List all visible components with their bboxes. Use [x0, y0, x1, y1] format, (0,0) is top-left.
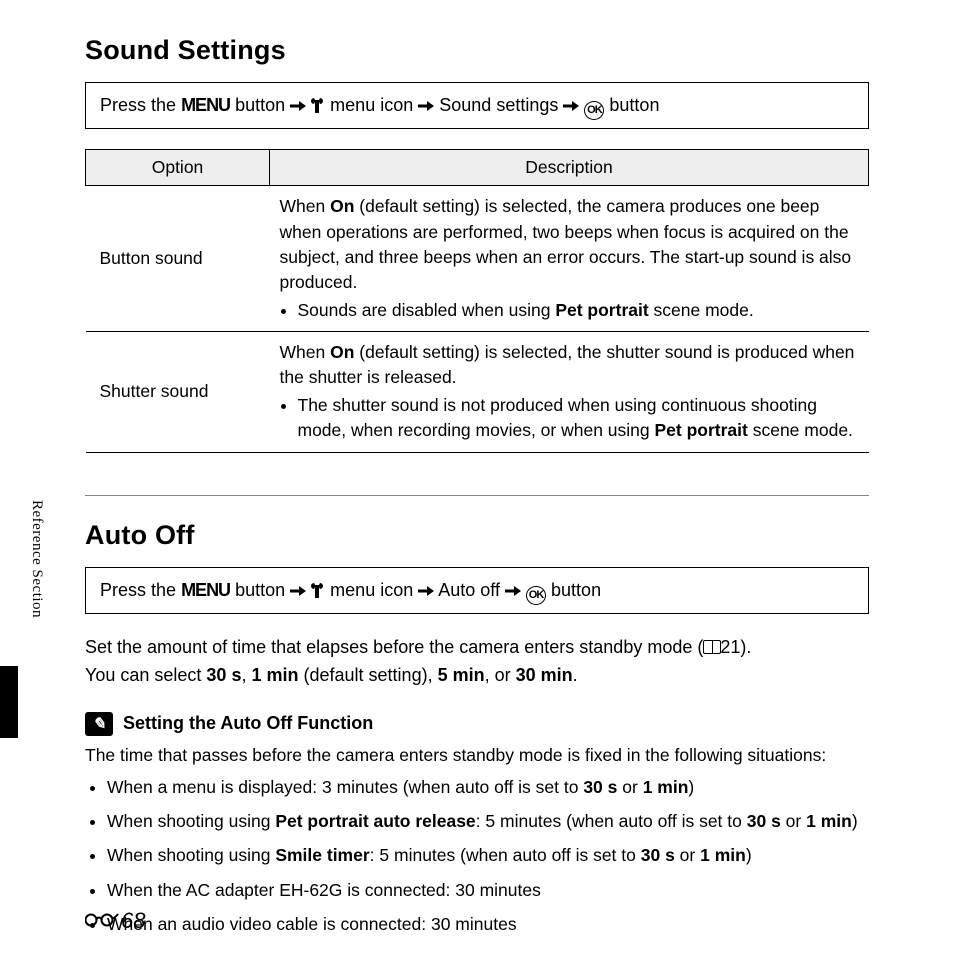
- option-value: 30 s: [206, 665, 241, 685]
- text: button: [609, 95, 659, 115]
- list-item: When the AC adapter EH-62G is connected:…: [107, 877, 869, 903]
- note-title: Setting the Auto Off Function: [123, 713, 373, 734]
- text: button: [235, 580, 285, 600]
- option-name: Shutter sound: [86, 332, 270, 453]
- text: (default setting) is selected, the shutt…: [280, 342, 855, 387]
- text-bold: Pet portrait: [655, 420, 748, 440]
- page-number-value: 68: [121, 908, 145, 934]
- text-bold: Pet portrait auto release: [275, 811, 475, 831]
- text: Sound settings: [439, 95, 558, 115]
- menu-button-label: MENU: [181, 580, 230, 600]
- text-bold: On: [330, 342, 354, 362]
- list-item: When an audio video cable is connected: …: [107, 911, 869, 937]
- page-reference-icon: [703, 640, 721, 654]
- auto-off-intro: Set the amount of time that elapses befo…: [85, 634, 869, 690]
- text: Press the: [100, 580, 176, 600]
- text: Sounds are disabled when using: [298, 300, 556, 320]
- text: When: [280, 196, 331, 216]
- text: You can select: [85, 665, 206, 685]
- arrow-right-icon: [563, 94, 579, 119]
- text: ): [746, 845, 752, 865]
- text: : 5 minutes (when auto off is set to: [370, 845, 641, 865]
- option-value: 30 min: [516, 665, 573, 685]
- bullet-item: The shutter sound is not produced when u…: [298, 393, 859, 444]
- menu-button-label: MENU: [181, 95, 230, 115]
- text: scene mode.: [748, 420, 853, 440]
- text: or: [675, 845, 700, 865]
- list-item: When a menu is displayed: 3 minutes (whe…: [107, 774, 869, 800]
- text: (default setting),: [299, 665, 438, 685]
- text: : 5 minutes (when auto off is set to: [476, 811, 747, 831]
- reference-section-icon: [85, 908, 119, 934]
- text: When shooting using: [107, 845, 275, 865]
- ok-button-icon: OK: [584, 101, 604, 120]
- text-bold: Pet portrait: [555, 300, 648, 320]
- text: scene mode.: [649, 300, 754, 320]
- text-bold: 30 s: [583, 777, 617, 797]
- text: Set the amount of time that elapses befo…: [85, 637, 703, 657]
- note-header: ✎ Setting the Auto Off Function: [85, 712, 869, 736]
- arrow-right-icon: [290, 94, 306, 119]
- text: (default setting) is selected, the camer…: [280, 196, 852, 292]
- text: button: [235, 95, 285, 115]
- page-content: Sound Settings Press the MENU button men…: [0, 0, 954, 975]
- text-bold: 1 min: [806, 811, 852, 831]
- section-heading-auto-off: Auto Off: [85, 520, 869, 551]
- column-header-description: Description: [270, 150, 869, 186]
- section-divider: [85, 495, 869, 496]
- text-bold: 30 s: [641, 845, 675, 865]
- list-item: When shooting using Smile timer: 5 minut…: [107, 842, 869, 868]
- section-heading-sound-settings: Sound Settings: [85, 35, 869, 66]
- arrow-right-icon: [418, 94, 434, 119]
- bullet-item: Sounds are disabled when using Pet portr…: [298, 298, 859, 323]
- note-list: When a menu is displayed: 3 minutes (whe…: [85, 774, 869, 937]
- text-bold: 30 s: [747, 811, 781, 831]
- text: ,: [241, 665, 251, 685]
- page-number: 68: [85, 908, 145, 934]
- column-header-option: Option: [86, 150, 270, 186]
- text-bold: Smile timer: [275, 845, 369, 865]
- text: Auto off: [438, 580, 500, 600]
- text: button: [551, 580, 601, 600]
- list-item: When shooting using Pet portrait auto re…: [107, 808, 869, 834]
- option-value: 1 min: [251, 665, 298, 685]
- arrow-right-icon: [418, 579, 434, 604]
- arrow-right-icon: [290, 579, 306, 604]
- option-name: Button sound: [86, 186, 270, 332]
- text: menu icon: [330, 95, 413, 115]
- text: ): [852, 811, 858, 831]
- option-value: 5 min: [438, 665, 485, 685]
- text: ): [688, 777, 694, 797]
- text: ).: [740, 637, 751, 657]
- option-description: When On (default setting) is selected, t…: [270, 332, 869, 453]
- ok-button-icon: OK: [526, 586, 546, 605]
- setup-menu-icon: [311, 95, 325, 120]
- text: When: [280, 342, 331, 362]
- table-row: Button sound When On (default setting) i…: [86, 186, 869, 332]
- text: menu icon: [330, 580, 413, 600]
- text: When shooting using: [107, 811, 275, 831]
- note-pencil-icon: ✎: [85, 712, 113, 736]
- text-bold: 1 min: [700, 845, 746, 865]
- option-description: When On (default setting) is selected, t…: [270, 186, 869, 332]
- note-block: ✎ Setting the Auto Off Function The time…: [85, 712, 869, 938]
- setup-menu-icon: [311, 580, 325, 605]
- text: or: [781, 811, 806, 831]
- nav-path-auto-off: Press the MENU button menu icon Auto off…: [85, 567, 869, 614]
- text: or: [617, 777, 642, 797]
- sound-settings-table: Option Description Button sound When On …: [85, 149, 869, 452]
- note-lead-text: The time that passes before the camera e…: [85, 745, 826, 765]
- nav-path-sound-settings: Press the MENU button menu icon Sound se…: [85, 82, 869, 129]
- note-body: The time that passes before the camera e…: [85, 742, 869, 938]
- arrow-right-icon: [505, 579, 521, 604]
- text-bold: On: [330, 196, 354, 216]
- page-reference-number: 21: [720, 637, 740, 657]
- text: , or: [485, 665, 516, 685]
- text: Press the: [100, 95, 176, 115]
- table-row: Shutter sound When On (default setting) …: [86, 332, 869, 453]
- text-bold: 1 min: [643, 777, 689, 797]
- text: When a menu is displayed: 3 minutes (whe…: [107, 777, 583, 797]
- text: .: [573, 665, 578, 685]
